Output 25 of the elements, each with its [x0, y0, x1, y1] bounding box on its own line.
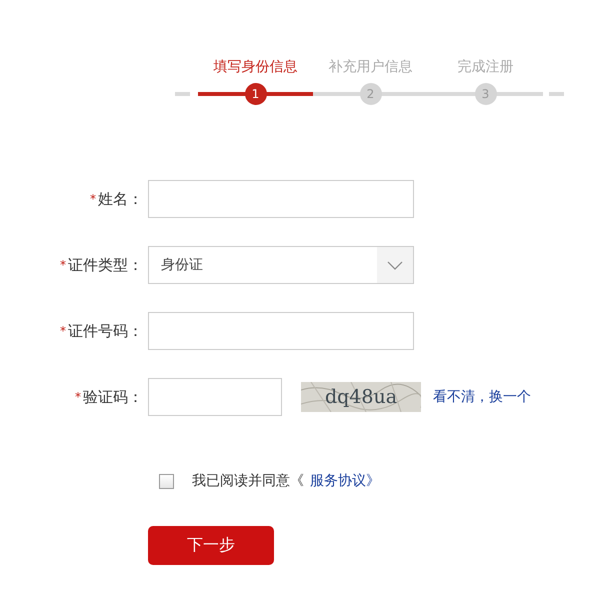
id-type-dropdown[interactable]: 身份证: [148, 246, 414, 284]
captcha-image: dq48ua: [301, 382, 421, 412]
next-step-button[interactable]: 下一步: [148, 526, 274, 565]
agreement-text: 我已阅读并同意《: [192, 472, 304, 490]
step-number: 1: [244, 83, 266, 105]
input-field[interactable]: [148, 312, 414, 350]
field-label: 姓名：: [98, 190, 143, 208]
field-label: 验证码：: [83, 388, 143, 406]
step-label: 填写身份信息: [212, 58, 298, 76]
step-label: 完成注册: [456, 58, 514, 76]
required-mark: *: [60, 258, 66, 272]
required-mark: *: [60, 324, 66, 338]
required-mark: *: [90, 192, 96, 206]
input-field[interactable]: [148, 378, 282, 416]
step-label: 补充用户信息: [328, 58, 414, 76]
agreement-checkbox[interactable]: [159, 474, 174, 488]
step-number: 3: [474, 83, 496, 105]
service-agreement-link[interactable]: 服务协议》: [310, 472, 380, 490]
refresh-captcha-link[interactable]: 看不清，换一个: [433, 388, 531, 406]
chevron-down-icon: [387, 260, 403, 270]
required-mark: *: [75, 390, 81, 404]
field-label: 证件类型：: [68, 256, 143, 274]
field-label: 证件号码：: [68, 322, 143, 340]
step-number: 2: [360, 83, 382, 105]
input-field[interactable]: [148, 180, 414, 218]
